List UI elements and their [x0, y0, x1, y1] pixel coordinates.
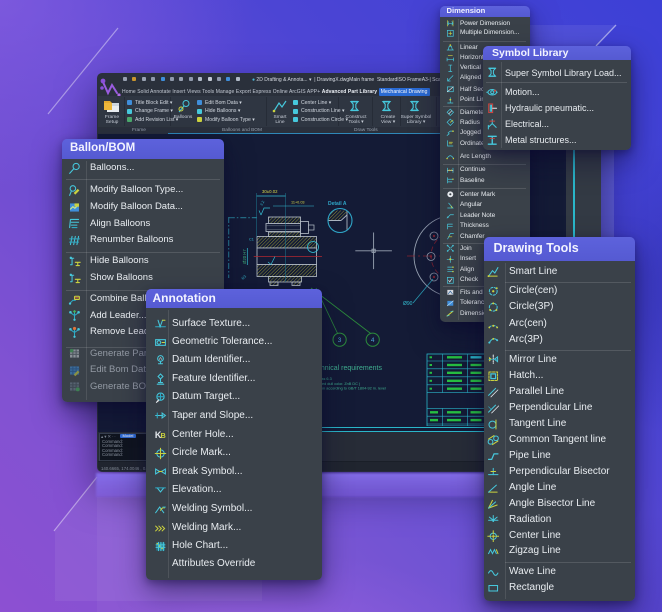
- svg-text:3: 3: [338, 337, 342, 344]
- svg-text:R3: R3: [241, 274, 247, 280]
- svg-text:Ø20 H7: Ø20 H7: [242, 249, 247, 264]
- svg-text:4: 4: [371, 337, 375, 344]
- svg-text:Detail A: Detail A: [328, 201, 347, 207]
- svg-text:C1: C1: [249, 238, 254, 242]
- svg-text:3.2: 3.2: [259, 200, 265, 206]
- svg-text:11+0.03: 11+0.03: [291, 201, 305, 205]
- svg-text:30±0.02: 30±0.02: [262, 189, 278, 194]
- svg-text:Ø90: Ø90: [403, 301, 413, 307]
